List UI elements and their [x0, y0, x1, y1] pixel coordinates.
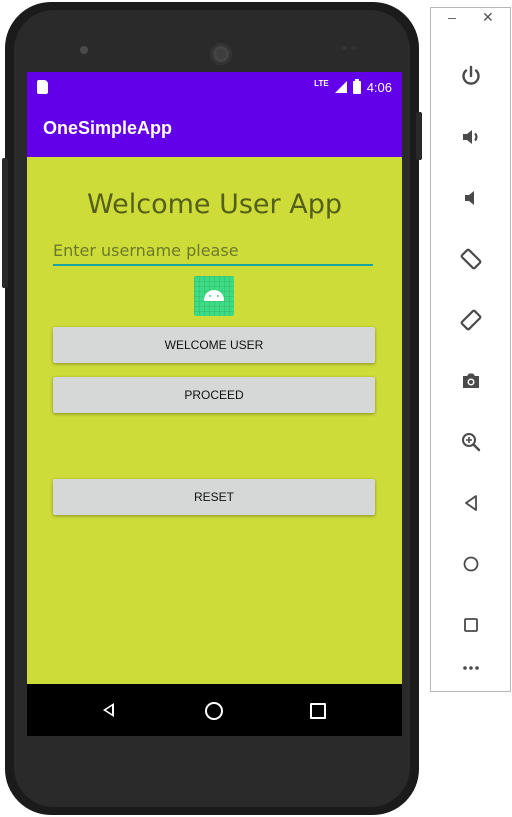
- signal-icon: [334, 81, 347, 93]
- proximity-sensor: [341, 46, 347, 50]
- power-icon: [462, 65, 480, 85]
- sd-card-icon: [37, 80, 48, 94]
- rotate-left-button[interactable]: [451, 239, 491, 279]
- device-screen: LTE 4:06 OneSimpleApp Welcome User App W…: [27, 72, 402, 736]
- back-button[interactable]: [451, 483, 491, 523]
- zoom-icon: [462, 433, 481, 452]
- network-type: LTE: [314, 78, 329, 88]
- status-bar-indicators: LTE 4:06: [314, 78, 392, 96]
- battery-icon: [352, 78, 361, 94]
- app-bar: OneSimpleApp: [27, 102, 402, 157]
- left-side-button: [2, 158, 8, 288]
- username-input[interactable]: [53, 236, 373, 266]
- nav-recents-icon[interactable]: [310, 703, 326, 719]
- earpiece-speaker: [210, 43, 232, 65]
- emulator-toolbar: ✕: [430, 7, 511, 692]
- minimize-icon[interactable]: [448, 18, 456, 19]
- home-icon: [463, 556, 479, 572]
- overview-icon: [464, 618, 478, 632]
- proceed-button[interactable]: PROCEED: [53, 377, 375, 413]
- overview-button[interactable]: [451, 605, 491, 645]
- light-sensor: [351, 46, 357, 50]
- rotate-right-icon: [460, 309, 482, 331]
- nav-home-icon[interactable]: [205, 702, 223, 720]
- app-title: OneSimpleApp: [43, 118, 173, 138]
- android-robot-head: [204, 290, 224, 301]
- volume-down-button[interactable]: [451, 178, 491, 218]
- power-button[interactable]: [451, 56, 491, 96]
- android-logo-icon: [194, 276, 234, 316]
- camera-icon: [463, 373, 479, 388]
- volume-up-button[interactable]: [451, 117, 491, 157]
- android-eye-right: [217, 295, 219, 297]
- front-camera: [80, 46, 88, 54]
- home-button[interactable]: [451, 544, 491, 584]
- welcome-heading: Welcome User App: [87, 189, 342, 220]
- volume-up-icon: [463, 130, 478, 144]
- status-time: 4:06: [366, 79, 392, 95]
- close-icon[interactable]: ✕: [482, 11, 494, 25]
- right-side-button: [416, 112, 422, 160]
- reset-button[interactable]: RESET: [53, 479, 375, 515]
- status-bar: LTE 4:06: [27, 72, 402, 102]
- android-eye-left: [209, 295, 211, 297]
- nav-back-icon[interactable]: [103, 703, 114, 717]
- more-icon: [463, 666, 479, 670]
- back-icon: [465, 495, 477, 511]
- navigation-bar: [27, 684, 402, 736]
- volume-down-icon: [465, 191, 474, 205]
- zoom-button[interactable]: [451, 422, 491, 462]
- rotate-right-button[interactable]: [451, 300, 491, 340]
- rotate-left-icon: [460, 248, 482, 270]
- more-button[interactable]: [451, 648, 491, 688]
- screenshot-button[interactable]: [451, 361, 491, 401]
- welcome-user-button[interactable]: WELCOME USER: [53, 327, 375, 363]
